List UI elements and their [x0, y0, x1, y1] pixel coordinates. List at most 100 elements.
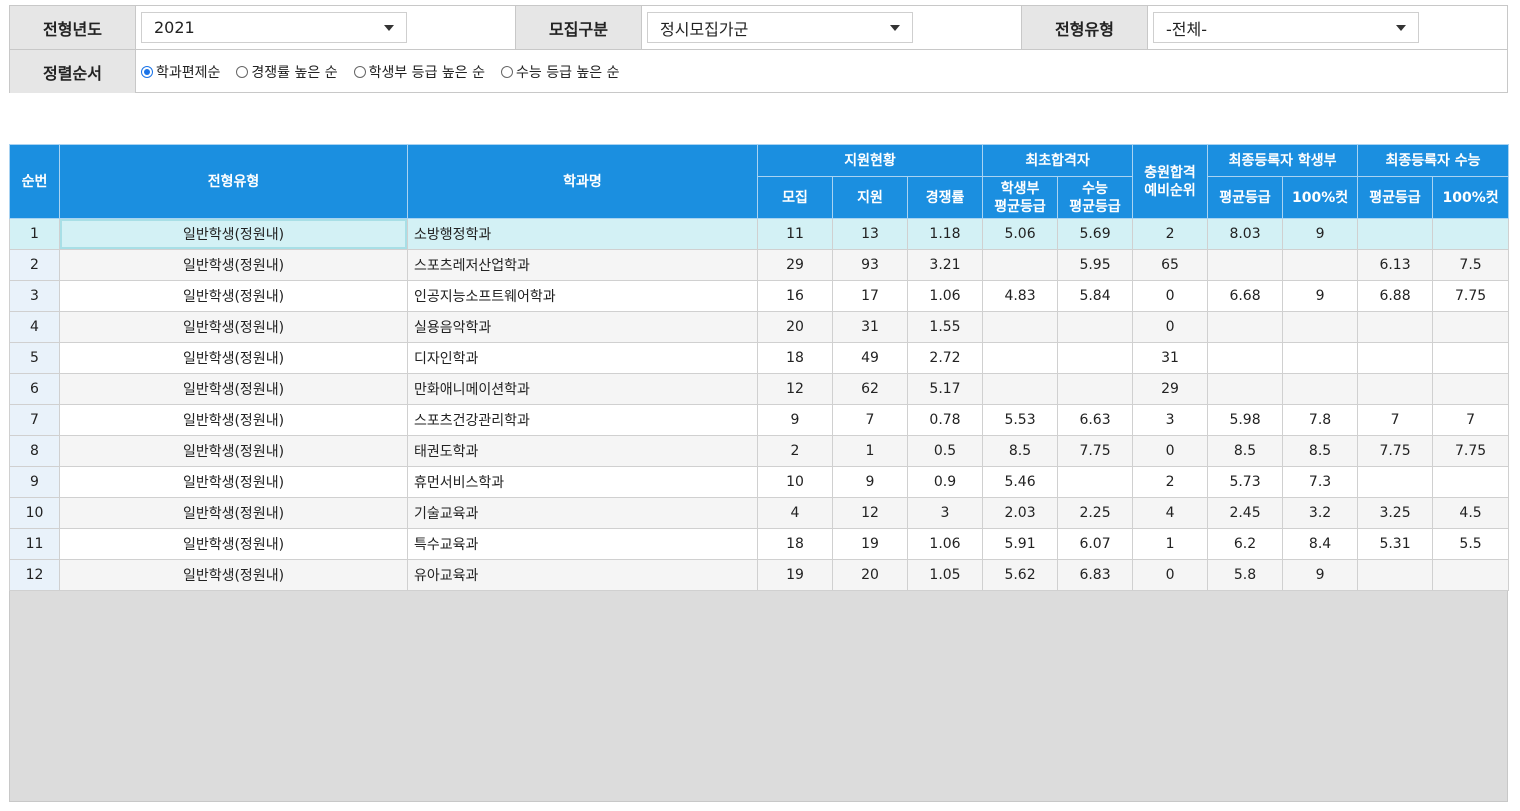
cell-final-csat-cut[interactable]: 7.5 [1432, 249, 1510, 281]
header-type[interactable]: 전형유형 [59, 144, 408, 219]
radio-selected-icon[interactable] [141, 65, 153, 78]
cell-ratio[interactable]: 1.06 [906, 528, 984, 560]
cell-apply[interactable]: 62 [832, 373, 908, 405]
cell-final-csat-avg[interactable] [1357, 373, 1434, 405]
cell-final-csat-cut[interactable]: 4.5 [1432, 497, 1510, 529]
cell-no[interactable]: 11 [9, 528, 60, 560]
cell-no[interactable]: 12 [9, 559, 60, 591]
cell-first-csat[interactable]: 5.95 [1057, 249, 1134, 281]
cell-final-hs-avg[interactable]: 8.5 [1207, 435, 1284, 467]
cell-first-csat[interactable]: 2.25 [1057, 497, 1134, 529]
cell-final-hs-cut[interactable]: 8.4 [1282, 528, 1359, 560]
cell-first-hs[interactable]: 5.62 [982, 559, 1059, 591]
cell-final-csat-cut[interactable] [1432, 373, 1510, 405]
cell-first-hs[interactable] [982, 311, 1059, 343]
cell-ratio[interactable]: 2.72 [906, 342, 984, 374]
cell-first-hs[interactable]: 5.53 [982, 404, 1059, 436]
cell-dept[interactable]: 인공지능소프트웨어학과 [407, 280, 758, 312]
cell-final-hs-avg[interactable]: 2.45 [1207, 497, 1284, 529]
cell-first-csat[interactable]: 5.69 [1057, 218, 1134, 250]
cell-final-hs-avg[interactable]: 5.73 [1207, 466, 1284, 498]
header-ratio[interactable]: 경쟁률 [906, 176, 984, 219]
header-first-csat[interactable]: 수능 평균등급 [1057, 176, 1134, 219]
cell-dept[interactable]: 태권도학과 [407, 435, 758, 467]
cell-first-hs[interactable] [982, 373, 1059, 405]
cell-first-csat[interactable] [1057, 466, 1134, 498]
cell-final-csat-cut[interactable]: 5.5 [1432, 528, 1510, 560]
table-row[interactable]: 6 일반학생(정원내) 만화애니메이션학과 12 62 5.17 29 [9, 373, 1510, 405]
cell-type[interactable]: 일반학생(정원내) [59, 218, 408, 250]
cell-final-csat-avg[interactable] [1357, 311, 1434, 343]
cell-type[interactable]: 일반학생(정원내) [59, 466, 408, 498]
cell-ratio[interactable]: 0.5 [906, 435, 984, 467]
cell-final-hs-avg[interactable]: 5.8 [1207, 559, 1284, 591]
cell-first-hs[interactable]: 5.46 [982, 466, 1059, 498]
cell-final-csat-avg[interactable] [1357, 342, 1434, 374]
cell-final-csat-avg[interactable]: 7 [1357, 404, 1434, 436]
table-row[interactable]: 3 일반학생(정원내) 인공지능소프트웨어학과 16 17 1.06 4.83 5.84 0 6.… [9, 280, 1510, 312]
cell-recruit[interactable]: 10 [757, 466, 833, 498]
cell-final-hs-avg[interactable]: 6.2 [1207, 528, 1284, 560]
cell-dept[interactable]: 만화애니메이션학과 [407, 373, 758, 405]
cell-waitlist[interactable]: 31 [1132, 342, 1209, 374]
cell-dept[interactable]: 소방행정학과 [407, 218, 758, 250]
cell-waitlist[interactable]: 4 [1132, 497, 1209, 529]
cell-ratio[interactable]: 1.06 [906, 280, 984, 312]
cell-final-hs-cut[interactable] [1282, 373, 1359, 405]
header-final-hs-cut[interactable]: 100%컷 [1282, 176, 1359, 219]
cell-waitlist[interactable]: 0 [1132, 280, 1209, 312]
cell-apply[interactable]: 17 [832, 280, 908, 312]
cell-no[interactable]: 7 [9, 404, 60, 436]
cell-no[interactable]: 8 [9, 435, 60, 467]
cell-final-hs-cut[interactable]: 9 [1282, 559, 1359, 591]
cell-no[interactable]: 5 [9, 342, 60, 374]
cell-apply[interactable]: 9 [832, 466, 908, 498]
cell-ratio[interactable]: 5.17 [906, 373, 984, 405]
cell-first-hs[interactable]: 5.06 [982, 218, 1059, 250]
cell-final-csat-cut[interactable] [1432, 466, 1510, 498]
type-select[interactable]: -전체- [1153, 12, 1419, 43]
cell-type[interactable]: 일반학생(정원내) [59, 373, 408, 405]
cell-first-csat[interactable]: 6.07 [1057, 528, 1134, 560]
radio-icon[interactable] [353, 65, 366, 78]
cell-recruit[interactable]: 11 [757, 218, 833, 250]
header-waitlist[interactable]: 충원합격 예비순위 [1132, 144, 1209, 219]
cell-apply[interactable]: 20 [832, 559, 908, 591]
header-dept[interactable]: 학과명 [407, 144, 758, 219]
cell-recruit[interactable]: 18 [757, 342, 833, 374]
cell-ratio[interactable]: 1.05 [906, 559, 984, 591]
cell-final-csat-avg[interactable]: 7.75 [1357, 435, 1434, 467]
cell-waitlist[interactable]: 1 [1132, 528, 1209, 560]
cell-type[interactable]: 일반학생(정원내) [59, 497, 408, 529]
cell-type[interactable]: 일반학생(정원내) [59, 280, 408, 312]
cell-waitlist[interactable]: 29 [1132, 373, 1209, 405]
header-final-hs-avg[interactable]: 평균등급 [1207, 176, 1284, 219]
sort-option-dept-order[interactable]: 학과편제순 [141, 62, 220, 82]
cell-final-hs-avg[interactable]: 8.03 [1207, 218, 1284, 250]
cell-final-hs-cut[interactable]: 9 [1282, 280, 1359, 312]
cell-final-csat-avg[interactable]: 3.25 [1357, 497, 1434, 529]
cell-no[interactable]: 10 [9, 497, 60, 529]
cell-dept[interactable]: 기술교육과 [407, 497, 758, 529]
cell-type[interactable]: 일반학생(정원내) [59, 342, 408, 374]
cell-no[interactable]: 2 [9, 249, 60, 281]
cell-final-hs-cut[interactable]: 3.2 [1282, 497, 1359, 529]
cell-final-hs-cut[interactable]: 8.5 [1282, 435, 1359, 467]
cell-final-hs-avg[interactable]: 5.98 [1207, 404, 1284, 436]
cell-type[interactable]: 일반학생(정원내) [59, 528, 408, 560]
cell-final-csat-cut[interactable]: 7.75 [1432, 435, 1510, 467]
cell-first-hs[interactable]: 8.5 [982, 435, 1059, 467]
cell-no[interactable]: 9 [9, 466, 60, 498]
cell-first-csat[interactable]: 6.83 [1057, 559, 1134, 591]
cell-dept[interactable]: 디자인학과 [407, 342, 758, 374]
cell-waitlist[interactable]: 0 [1132, 559, 1209, 591]
cell-apply[interactable]: 12 [832, 497, 908, 529]
cell-waitlist[interactable]: 65 [1132, 249, 1209, 281]
cell-first-csat[interactable]: 6.63 [1057, 404, 1134, 436]
cell-no[interactable]: 4 [9, 311, 60, 343]
cell-final-hs-cut[interactable] [1282, 311, 1359, 343]
cell-apply[interactable]: 93 [832, 249, 908, 281]
cell-recruit[interactable]: 19 [757, 559, 833, 591]
cell-final-csat-cut[interactable] [1432, 342, 1510, 374]
sort-option-csat-grade[interactable]: 수능 등급 높은 순 [500, 62, 620, 82]
